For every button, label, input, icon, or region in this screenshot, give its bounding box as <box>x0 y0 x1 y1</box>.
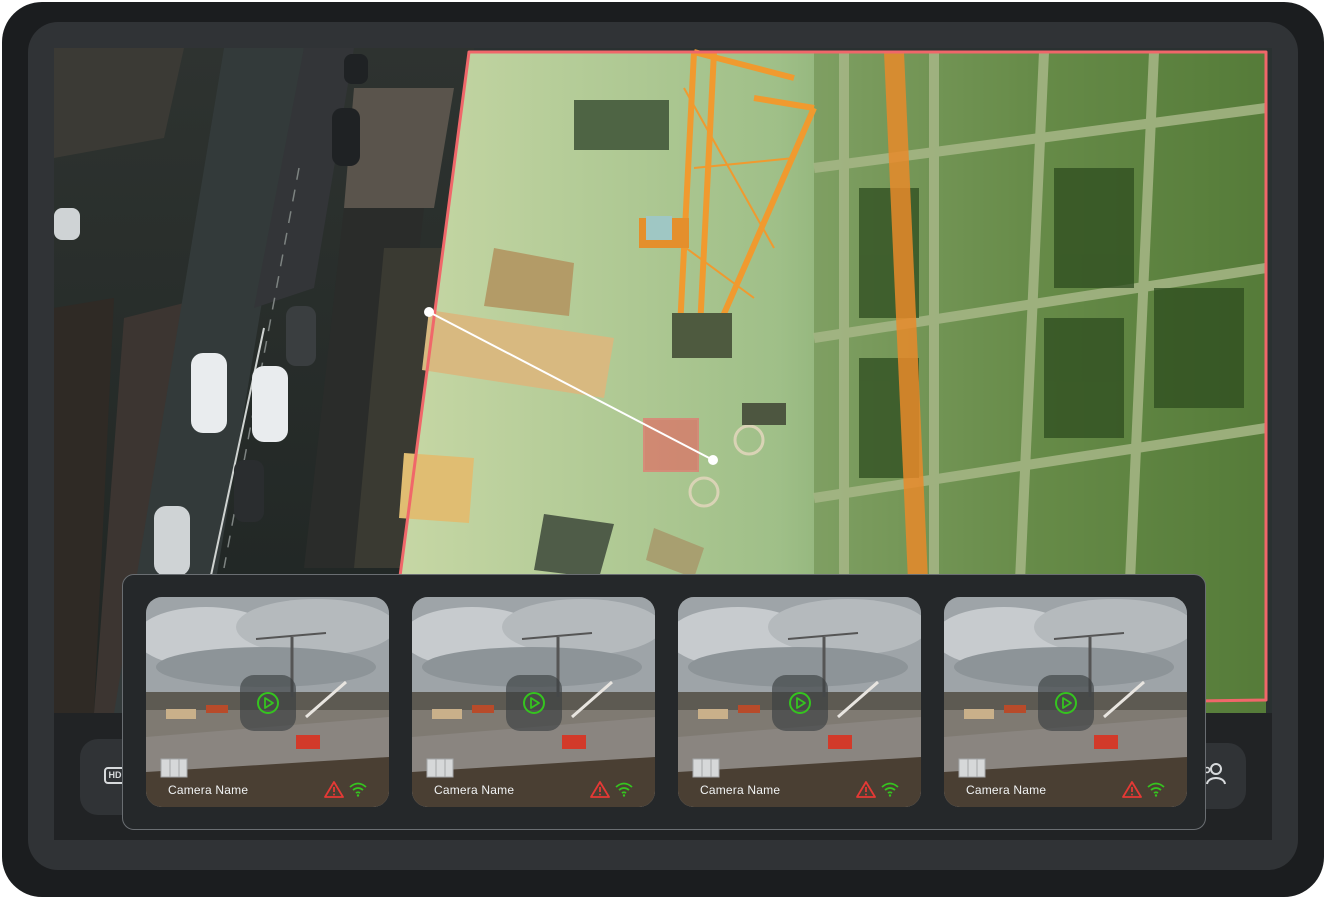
camera-card-2[interactable]: Camera Name <box>412 597 655 807</box>
play-icon <box>789 692 811 714</box>
cabin-icon <box>426 758 454 778</box>
alert-triangle-icon <box>1122 781 1142 798</box>
play-button[interactable] <box>772 675 828 731</box>
wifi-icon <box>1147 782 1165 797</box>
camera-card-1[interactable]: Camera Name <box>146 597 389 807</box>
camera-card-3[interactable]: Camera Name <box>678 597 921 807</box>
play-button[interactable] <box>506 675 562 731</box>
cabin-icon <box>692 758 720 778</box>
cabin-icon <box>160 758 188 778</box>
camera-name-label: Camera Name <box>966 783 1047 797</box>
play-icon <box>1055 692 1077 714</box>
camera-name-label: Camera Name <box>700 783 781 797</box>
wifi-icon <box>615 782 633 797</box>
camera-card-4[interactable]: Camera Name <box>944 597 1187 807</box>
alert-triangle-icon <box>856 781 876 798</box>
cabin-icon <box>958 758 986 778</box>
play-icon <box>257 692 279 714</box>
wifi-icon <box>881 782 899 797</box>
alert-triangle-icon <box>590 781 610 798</box>
wifi-icon <box>349 782 367 797</box>
play-icon <box>523 692 545 714</box>
camera-list-panel: Camera Name Camera Name Camera Name Came… <box>122 574 1206 830</box>
play-button[interactable] <box>1038 675 1094 731</box>
alert-triangle-icon <box>324 781 344 798</box>
play-button[interactable] <box>240 675 296 731</box>
camera-name-label: Camera Name <box>168 783 249 797</box>
camera-name-label: Camera Name <box>434 783 515 797</box>
